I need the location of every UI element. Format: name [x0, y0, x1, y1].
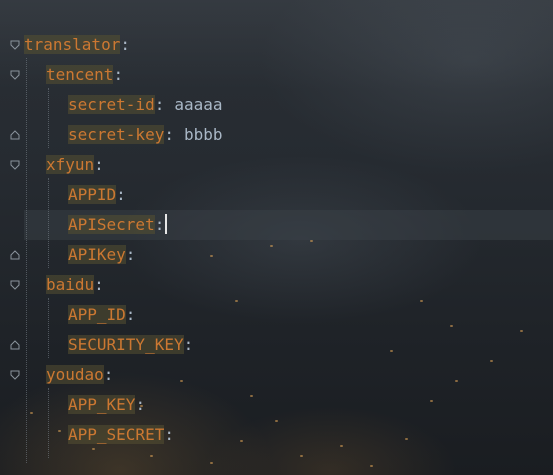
colon: : — [125, 245, 136, 264]
yaml-key: APP_ID — [68, 305, 126, 324]
yaml-key: APISecret — [68, 215, 155, 234]
colon: : — [164, 425, 174, 444]
yaml-key: baidu — [46, 275, 95, 294]
code-line[interactable]: APIKey: — [68, 240, 135, 270]
indent-guide — [48, 298, 49, 358]
code-line[interactable]: tencent: — [46, 60, 123, 90]
fold-collapse-icon[interactable] — [10, 160, 20, 170]
indent-guide — [48, 388, 49, 458]
yaml-key: APPID — [68, 185, 117, 204]
yaml-key: APP_SECRET — [68, 425, 165, 444]
colon: : — [103, 365, 114, 384]
code-line[interactable]: APPID: — [68, 180, 126, 210]
yaml-key: xfyun — [46, 155, 95, 174]
code-line[interactable]: APP_SECRET: — [68, 420, 174, 450]
colon: : — [164, 125, 174, 144]
code-line[interactable]: youdao: — [46, 360, 113, 390]
fold-end-icon[interactable] — [10, 340, 20, 350]
colon: : — [154, 215, 165, 234]
yaml-key: tencent — [46, 65, 114, 84]
code-line-current[interactable]: APISecret: — [68, 210, 168, 240]
colon: : — [94, 275, 104, 294]
code-line[interactable]: APP_ID: — [68, 300, 135, 330]
yaml-key: secret-id — [68, 95, 155, 114]
code-line[interactable]: APP_KEY: — [68, 390, 145, 420]
indent-guide — [26, 58, 27, 463]
fold-end-icon[interactable] — [10, 250, 20, 260]
yaml-key: APP_KEY — [68, 395, 136, 414]
yaml-key: translator — [24, 35, 121, 54]
colon: : — [113, 65, 124, 84]
code-line[interactable]: translator: — [24, 30, 130, 60]
yaml-key: youdao — [46, 365, 104, 384]
editor-gutter[interactable] — [0, 0, 24, 475]
indent-guide — [48, 178, 49, 268]
colon: : — [125, 305, 136, 324]
colon: : — [154, 95, 165, 114]
code-line[interactable]: SECURITY_KEY: — [68, 330, 193, 360]
yaml-value: bbbb — [183, 125, 223, 144]
fold-collapse-icon[interactable] — [10, 40, 20, 50]
code-line[interactable]: baidu: — [46, 270, 104, 300]
yaml-value: aaaaa — [174, 95, 223, 114]
yaml-key: secret-key — [68, 125, 165, 144]
yaml-key: SECURITY_KEY — [68, 335, 184, 354]
colon: : — [135, 395, 146, 414]
indent-guide — [48, 88, 49, 148]
fold-collapse-icon[interactable] — [10, 70, 20, 80]
fold-collapse-icon[interactable] — [10, 370, 20, 380]
colon: : — [94, 155, 104, 174]
colon: : — [120, 35, 130, 54]
yaml-key: APIKey — [68, 245, 126, 264]
code-line[interactable]: secret-id: aaaaa — [68, 90, 223, 120]
code-line[interactable]: secret-key: bbbb — [68, 120, 223, 150]
colon: : — [183, 335, 194, 354]
code-line[interactable]: xfyun: — [46, 150, 104, 180]
fold-end-icon[interactable] — [10, 130, 20, 140]
colon: : — [116, 185, 126, 204]
text-caret — [165, 214, 168, 234]
fold-collapse-icon[interactable] — [10, 280, 20, 290]
